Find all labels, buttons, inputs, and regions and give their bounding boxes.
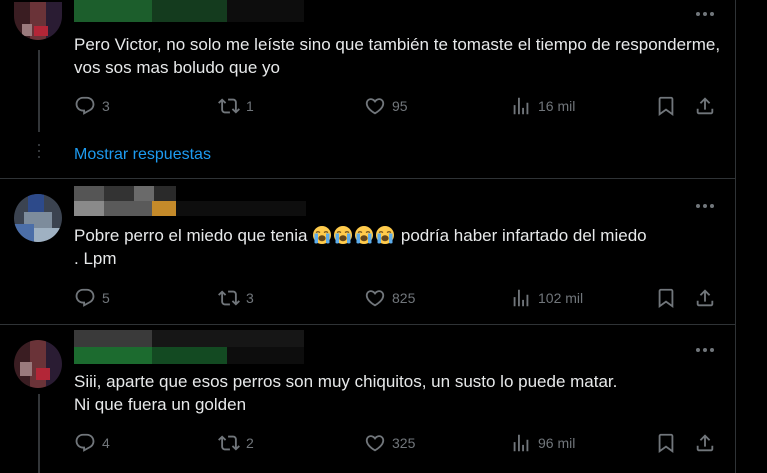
views-button[interactable]: 16 mil	[510, 95, 575, 117]
reply-icon	[74, 95, 96, 117]
views-count: 96 mil	[538, 435, 576, 451]
username-redacted[interactable]	[74, 0, 304, 22]
share-button[interactable]	[694, 95, 716, 117]
avatar-redacted[interactable]	[14, 340, 62, 388]
divider	[0, 178, 735, 179]
emoji-group	[312, 226, 396, 245]
retweet-button[interactable]: 1	[218, 95, 254, 117]
reply-icon	[74, 432, 96, 454]
bookmark-button[interactable]	[655, 432, 677, 454]
share-icon	[694, 432, 716, 454]
retweet-button[interactable]: 3	[218, 287, 254, 309]
divider	[0, 324, 735, 325]
reply-actions: 5 3 825 102 mil	[74, 287, 724, 311]
reply-button[interactable]: 5	[74, 287, 110, 309]
share-icon	[694, 95, 716, 117]
reply-actions: 3 1 95 16 mil	[74, 95, 724, 119]
views-button[interactable]: 102 mil	[510, 287, 583, 309]
reply-text: Siii, aparte que esos perros son muy chi…	[74, 372, 618, 414]
bookmark-icon	[655, 287, 677, 309]
views-count: 102 mil	[538, 290, 584, 306]
views-button[interactable]: 96 mil	[510, 432, 575, 454]
like-button[interactable]: 325	[364, 432, 415, 454]
heart-icon	[364, 287, 386, 309]
reply-count: 4	[102, 435, 110, 451]
username-redacted[interactable]	[74, 330, 304, 364]
retweet-icon	[218, 287, 240, 309]
loudly-crying-face-emoji-icon	[375, 225, 395, 245]
show-replies-link[interactable]: Mostrar respuestas	[74, 146, 211, 164]
heart-icon	[364, 95, 386, 117]
reply-icon	[74, 287, 96, 309]
more-options-icon[interactable]	[694, 342, 716, 358]
like-button[interactable]: 95	[364, 95, 408, 117]
retweet-count: 3	[246, 290, 254, 306]
loudly-crying-face-emoji-icon	[312, 225, 332, 245]
heart-icon	[364, 432, 386, 454]
retweet-button[interactable]: 2	[218, 432, 254, 454]
reply-text: Pobre perro el miedo que tenia podría ha…	[74, 224, 724, 270]
thread-dots	[37, 144, 41, 162]
retweet-icon	[218, 95, 240, 117]
avatar-redacted[interactable]	[14, 2, 62, 40]
more-options-icon[interactable]	[694, 198, 716, 214]
reply-actions: 4 2 325 96 mil	[74, 432, 724, 456]
like-count: 325	[392, 435, 416, 451]
reply-button[interactable]: 3	[74, 95, 110, 117]
like-button[interactable]: 825	[364, 287, 415, 309]
retweet-count: 1	[246, 98, 254, 114]
share-icon	[694, 287, 716, 309]
reply-text-start: Pobre perro el miedo que tenia	[74, 226, 313, 245]
like-count: 95	[392, 98, 408, 114]
column-border	[735, 0, 736, 473]
share-button[interactable]	[694, 432, 716, 454]
share-button[interactable]	[694, 287, 716, 309]
username-redacted[interactable]	[74, 186, 306, 220]
like-count: 825	[392, 290, 416, 306]
bookmark-icon	[655, 432, 677, 454]
loudly-crying-face-emoji-icon	[333, 225, 353, 245]
bookmark-button[interactable]	[655, 95, 677, 117]
retweet-count: 2	[246, 435, 254, 451]
bookmark-button[interactable]	[655, 287, 677, 309]
more-options-icon[interactable]	[694, 6, 716, 22]
reply-button[interactable]: 4	[74, 432, 110, 454]
views-icon	[510, 95, 532, 117]
reply-count: 5	[102, 290, 110, 306]
loudly-crying-face-emoji-icon	[354, 225, 374, 245]
views-icon	[510, 432, 532, 454]
views-icon	[510, 287, 532, 309]
bookmark-icon	[655, 95, 677, 117]
thread-line	[38, 50, 40, 132]
thread-line	[38, 394, 40, 473]
retweet-icon	[218, 432, 240, 454]
reply-text: Pero Victor, no solo me leíste sino que …	[74, 35, 721, 77]
reply-count: 3	[102, 98, 110, 114]
avatar-redacted[interactable]	[14, 194, 62, 242]
views-count: 16 mil	[538, 98, 576, 114]
